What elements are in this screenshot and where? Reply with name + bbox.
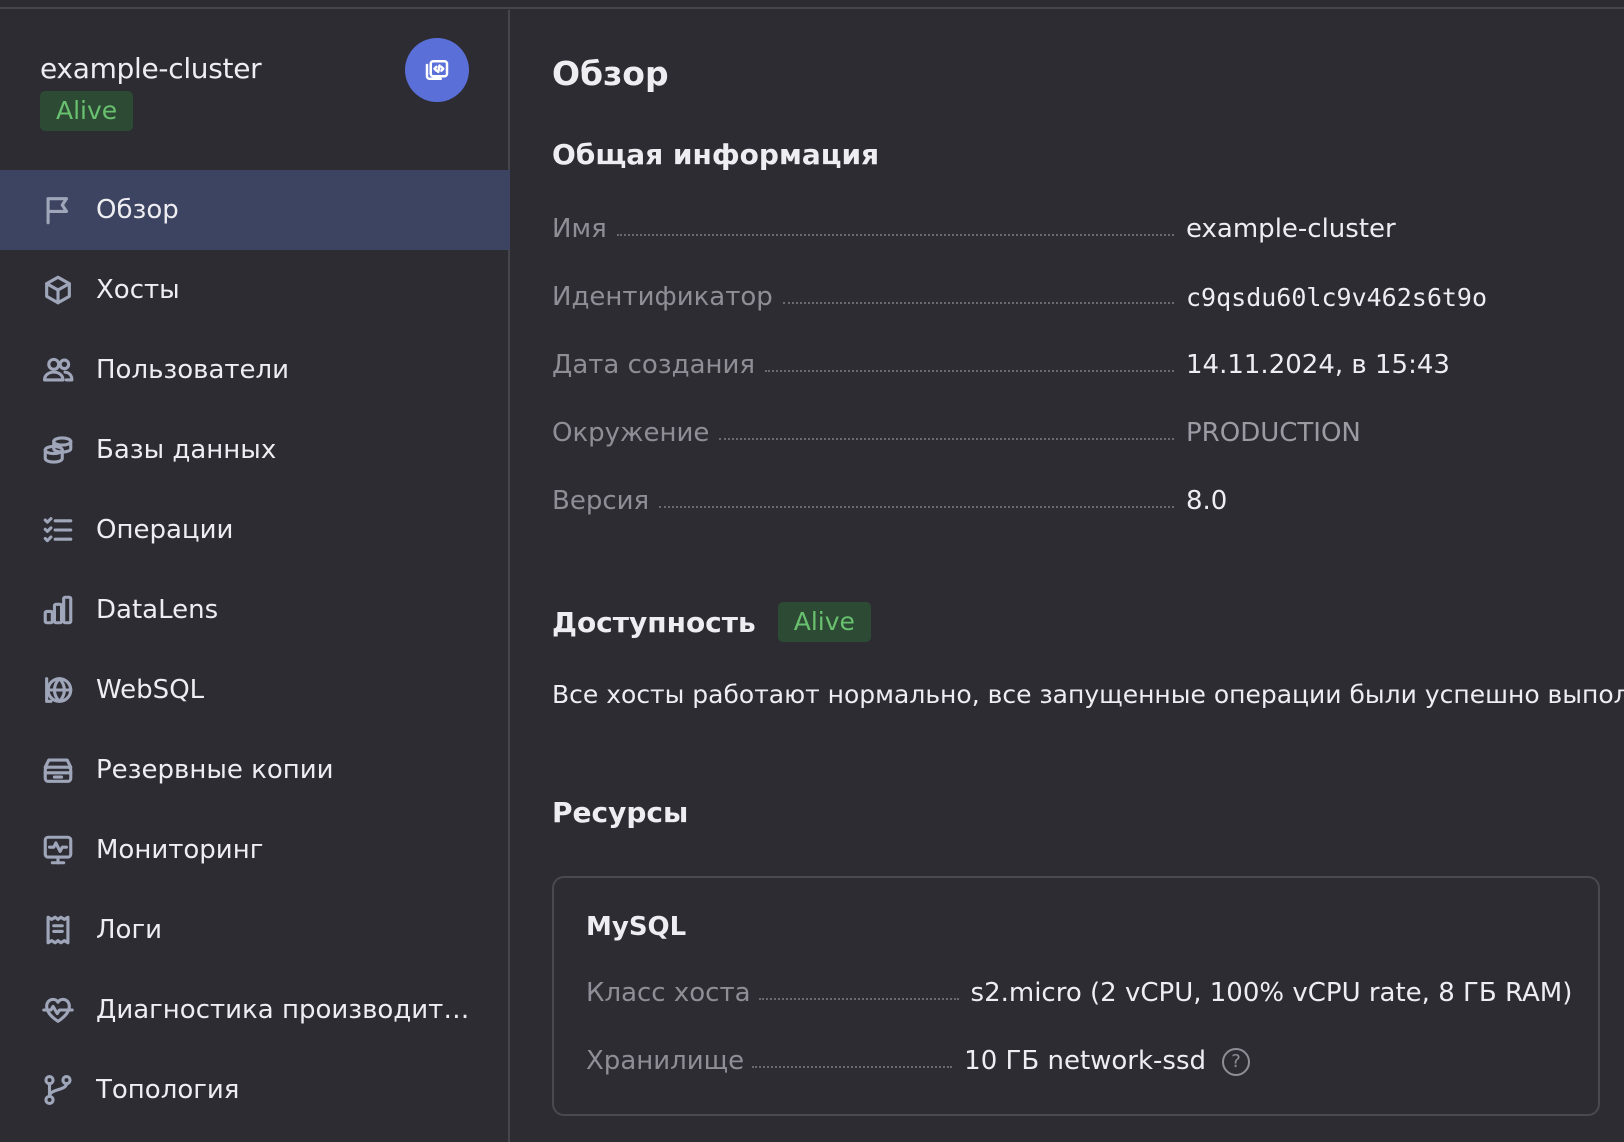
sidebar-item-label: Топология xyxy=(96,1075,240,1105)
sidebar-item-hosts[interactable]: Хосты xyxy=(0,250,510,330)
sidebar-item-overview[interactable]: Обзор xyxy=(0,170,510,250)
availability-status-badge: Alive xyxy=(777,602,871,642)
top-border xyxy=(0,0,1624,9)
sidebar-item-label: Резервные копии xyxy=(96,755,334,785)
flag-icon xyxy=(40,192,76,228)
resources-title: Ресурсы xyxy=(552,796,689,829)
receipt-icon xyxy=(40,912,76,948)
code-icon xyxy=(425,60,449,80)
sidebar-item-datalens[interactable]: DataLens xyxy=(0,570,510,650)
sidebar-item-label: Логи xyxy=(96,915,163,945)
heart-pulse-icon xyxy=(40,992,76,1028)
resources-card-title: MySQL xyxy=(586,912,687,942)
sidebar-item-label: Операции xyxy=(96,515,234,545)
sidebar-item-monitoring[interactable]: Мониторинг xyxy=(0,810,510,890)
sidebar-item-topology[interactable]: Топология xyxy=(0,1050,510,1130)
resource-value: s2.micro (2 vCPU, 100% vCPU rate, 8 ГБ R… xyxy=(970,978,1573,1008)
info-value: 14.11.2024, в 15:43 xyxy=(1186,350,1450,380)
dotted-leader xyxy=(782,302,1174,304)
bar-chart-icon xyxy=(40,592,76,628)
info-value: PRODUCTION xyxy=(1186,418,1361,448)
info-key: Окружение xyxy=(552,418,710,448)
sidebar-item-databases[interactable]: Базы данных xyxy=(0,410,510,490)
sidebar-item-backups[interactable]: Резервные копии xyxy=(0,730,510,810)
resources-card: MySQL Класс хоста s2.micro (2 vCPU, 100%… xyxy=(552,876,1600,1116)
dotted-leader xyxy=(758,998,959,1000)
monitor-pulse-icon xyxy=(40,832,76,868)
cube-icon xyxy=(40,272,76,308)
info-row-environment: Окружение PRODUCTION xyxy=(552,414,1624,448)
info-row-id: Идентификатор c9qsdu60lc9v462s6t9o xyxy=(552,278,1624,312)
availability-header: Доступность Alive xyxy=(552,602,871,642)
resource-value: 10 ГБ network-ssd? xyxy=(952,1046,1251,1076)
dotted-leader xyxy=(719,438,1174,440)
main-content: Обзор Общая информация Имя example-clust… xyxy=(510,10,1624,1142)
availability-title: Доступность xyxy=(552,605,756,639)
resource-row-storage: Хранилище 10 ГБ network-ssd? xyxy=(586,1042,1486,1076)
info-row-created: Дата создания 14.11.2024, в 15:43 xyxy=(552,346,1624,380)
info-key: Версия xyxy=(552,486,650,516)
availability-description: Все хосты работают нормально, все запуще… xyxy=(552,680,1624,709)
archive-icon xyxy=(40,752,76,788)
globe-icon xyxy=(40,672,76,708)
sidebar-item-performance-diagnostics[interactable]: Диагностика производитель... xyxy=(0,970,510,1050)
resource-row-host-class: Класс хоста s2.micro (2 vCPU, 100% vCPU … xyxy=(586,974,1572,1008)
resource-key: Хранилище xyxy=(586,1046,745,1076)
help-icon[interactable]: ? xyxy=(1222,1047,1251,1076)
sidebar-item-logs[interactable]: Логи xyxy=(0,890,510,970)
databases-icon xyxy=(40,432,76,468)
app-window: example-cluster Alive Обзор Хосты Пользо… xyxy=(0,10,1624,1142)
info-key: Дата создания xyxy=(552,350,756,380)
page-title: Обзор xyxy=(552,54,669,93)
sidebar-item-label: Мониторинг xyxy=(96,835,264,865)
sidebar-item-label: DataLens xyxy=(96,595,219,625)
sidebar-item-label: Базы данных xyxy=(96,435,277,465)
code-connect-button[interactable] xyxy=(405,38,469,102)
list-check-icon xyxy=(40,512,76,548)
sidebar-item-users[interactable]: Пользователи xyxy=(0,330,510,410)
sidebar-item-label: Диагностика производитель... xyxy=(96,995,476,1025)
sidebar-item-label: Хосты xyxy=(96,275,180,305)
dotted-leader xyxy=(659,506,1174,508)
dotted-leader xyxy=(765,370,1174,372)
info-row-name: Имя example-cluster xyxy=(552,210,1624,244)
users-icon xyxy=(40,352,76,388)
info-key: Имя xyxy=(552,214,607,244)
info-value: example-cluster xyxy=(1186,214,1396,244)
storage-value: 10 ГБ network-ssd xyxy=(964,1046,1207,1076)
cluster-header: example-cluster Alive xyxy=(40,52,262,131)
info-key: Идентификатор xyxy=(552,282,773,312)
info-row-version: Версия 8.0 xyxy=(552,482,1624,516)
cluster-id-value: c9qsdu60lc9v462s6t9o xyxy=(1186,283,1488,312)
sidebar-item-label: Пользователи xyxy=(96,355,290,385)
sidebar-item-websql[interactable]: WebSQL xyxy=(0,650,510,730)
sidebar-nav: Обзор Хосты Пользователи Базы данных Опе… xyxy=(0,170,510,1130)
dotted-leader xyxy=(752,1066,953,1068)
info-value: 8.0 xyxy=(1186,486,1228,516)
resource-key: Класс хоста xyxy=(586,978,751,1008)
sidebar-item-operations[interactable]: Операции xyxy=(0,490,510,570)
sidebar-item-label: WebSQL xyxy=(96,675,205,705)
sidebar-item-label: Обзор xyxy=(96,195,179,225)
cluster-name: example-cluster xyxy=(40,52,262,85)
general-info-title: Общая информация xyxy=(552,138,880,171)
sidebar: example-cluster Alive Обзор Хосты Пользо… xyxy=(0,10,510,1142)
dotted-leader xyxy=(616,234,1174,236)
branch-icon xyxy=(40,1072,76,1108)
cluster-status-badge: Alive xyxy=(40,91,134,131)
